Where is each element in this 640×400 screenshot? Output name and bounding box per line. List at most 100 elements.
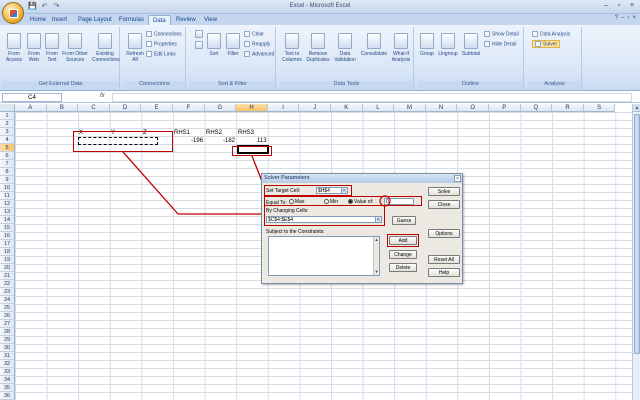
constraints-scrollbar[interactable]: ▲ ▼ (373, 237, 379, 275)
row-header-34[interactable]: 34 (0, 376, 15, 384)
row-header-33[interactable]: 33 (0, 368, 15, 376)
column-header-d[interactable]: D (109, 104, 142, 112)
scroll-up-icon[interactable]: ▲ (633, 104, 640, 112)
cell-h3[interactable]: RHS3 (238, 129, 254, 137)
row-header-20[interactable]: 20 (0, 264, 15, 272)
row-header-29[interactable]: 29 (0, 336, 15, 344)
cell-g4[interactable]: -182 (223, 137, 235, 145)
sort-az-icon[interactable] (192, 30, 206, 40)
minimize-icon[interactable]: – (600, 1, 612, 11)
change-button[interactable]: Change (389, 250, 417, 259)
properties-button[interactable]: Properties (146, 41, 177, 47)
tab-insert[interactable]: Insert (48, 15, 71, 25)
tab-view[interactable]: View (200, 15, 221, 25)
constraints-list[interactable]: ▲ ▼ (268, 236, 380, 276)
tab-review[interactable]: Review (172, 15, 200, 25)
row-header-28[interactable]: 28 (0, 328, 15, 336)
from-access-button[interactable]: From Access (4, 33, 24, 63)
column-header-s[interactable]: S (583, 104, 616, 112)
column-header-l[interactable]: L (362, 104, 395, 112)
row-header-21[interactable]: 21 (0, 272, 15, 280)
solver-button[interactable]: Solver (532, 40, 561, 49)
cell-f3[interactable]: RHS1 (174, 129, 190, 137)
row-header-6[interactable]: 6 (0, 152, 15, 160)
column-header-i[interactable]: I (267, 104, 300, 112)
row-header-32[interactable]: 32 (0, 360, 15, 368)
column-header-a[interactable]: A (15, 104, 47, 112)
column-header-k[interactable]: K (331, 104, 363, 112)
row-header-8[interactable]: 8 (0, 168, 15, 176)
cell-f4[interactable]: -196 (191, 137, 203, 145)
row-header-27[interactable]: 27 (0, 320, 15, 328)
column-header-j[interactable]: J (299, 104, 331, 112)
column-header-b[interactable]: B (46, 104, 79, 112)
dialog-close-icon[interactable]: × (454, 175, 461, 182)
guess-button[interactable]: Guess (392, 216, 416, 225)
row-header-1[interactable]: 1 (0, 112, 15, 120)
close-button[interactable]: Close (428, 200, 460, 209)
row-header-9[interactable]: 9 (0, 176, 15, 184)
row-header-23[interactable]: 23 (0, 288, 15, 296)
advanced-button[interactable]: Advanced (244, 51, 274, 57)
from-text-button[interactable]: From Text (43, 33, 61, 63)
name-box[interactable]: C4 (2, 93, 62, 102)
row-header-31[interactable]: 31 (0, 352, 15, 360)
row-header-10[interactable]: 10 (0, 184, 15, 192)
office-button[interactable] (2, 2, 24, 24)
reapply-button[interactable]: Reapply (244, 41, 270, 47)
ungroup-button[interactable]: Ungroup (436, 33, 460, 57)
tab-home[interactable]: Home (26, 15, 50, 25)
group-button[interactable]: Group (418, 33, 436, 57)
formula-input[interactable] (112, 93, 632, 102)
row-header-26[interactable]: 26 (0, 312, 15, 320)
filter-button[interactable]: Filter (224, 33, 242, 57)
sort-za-icon[interactable] (192, 41, 206, 51)
solve-button[interactable]: Solve (428, 187, 460, 196)
column-header-e[interactable]: E (141, 104, 173, 112)
row-header-25[interactable]: 25 (0, 304, 15, 312)
fx-icon[interactable]: fx (100, 93, 105, 99)
row-header-11[interactable]: 11 (0, 192, 15, 200)
tab-page-layout[interactable]: Page Layout (74, 15, 116, 25)
column-header-n[interactable]: N (425, 104, 458, 112)
row-header-17[interactable]: 17 (0, 240, 15, 248)
row-header-18[interactable]: 18 (0, 248, 15, 256)
refresh-all-button[interactable]: Refresh All (126, 33, 144, 63)
column-header-c[interactable]: C (78, 104, 110, 112)
cell-g3[interactable]: RHS2 (206, 129, 222, 137)
row-header-36[interactable]: 36 (0, 392, 15, 400)
hide-detail-button[interactable]: Hide Detail (484, 41, 516, 47)
clear-button[interactable]: Clear (244, 31, 264, 37)
reset-all-button[interactable]: Reset All (428, 255, 460, 264)
column-header-h[interactable]: H (236, 104, 268, 112)
column-header-f[interactable]: F (173, 104, 205, 112)
cell-h4[interactable]: 113 (257, 137, 267, 145)
row-header-13[interactable]: 13 (0, 208, 15, 216)
text-to-columns-button[interactable]: Text to Columns (280, 33, 304, 63)
column-header-r[interactable]: R (552, 104, 584, 112)
maximize-icon[interactable]: ▫ (613, 1, 625, 11)
row-header-7[interactable]: 7 (0, 160, 15, 168)
row-header-22[interactable]: 22 (0, 280, 15, 288)
column-header-q[interactable]: Q (520, 104, 553, 112)
help-icon[interactable]: ? (615, 15, 618, 21)
close-icon[interactable]: × (626, 1, 638, 11)
select-all-corner[interactable] (0, 104, 15, 112)
row-header-16[interactable]: 16 (0, 232, 15, 240)
subtotal-button[interactable]: Subtotal (460, 33, 482, 57)
data-validation-button[interactable]: Data Validation (332, 33, 358, 63)
connections-button[interactable]: Connections (146, 31, 182, 37)
tab-formulas[interactable]: Formulas (115, 15, 148, 25)
column-header-m[interactable]: M (394, 104, 426, 112)
row-header-3[interactable]: 3 (0, 128, 15, 136)
column-header-o[interactable]: O (457, 104, 489, 112)
row-header-35[interactable]: 35 (0, 384, 15, 392)
existing-connections-button[interactable]: Existing Connections (92, 33, 120, 63)
tab-data[interactable]: Data (148, 15, 171, 25)
row-header-2[interactable]: 2 (0, 120, 15, 128)
row-header-5[interactable]: 5 (0, 144, 15, 152)
from-web-button[interactable]: From Web (24, 33, 44, 63)
scroll-down-icon[interactable]: ▼ (374, 269, 379, 275)
row-header-12[interactable]: 12 (0, 200, 15, 208)
row-header-14[interactable]: 14 (0, 216, 15, 224)
